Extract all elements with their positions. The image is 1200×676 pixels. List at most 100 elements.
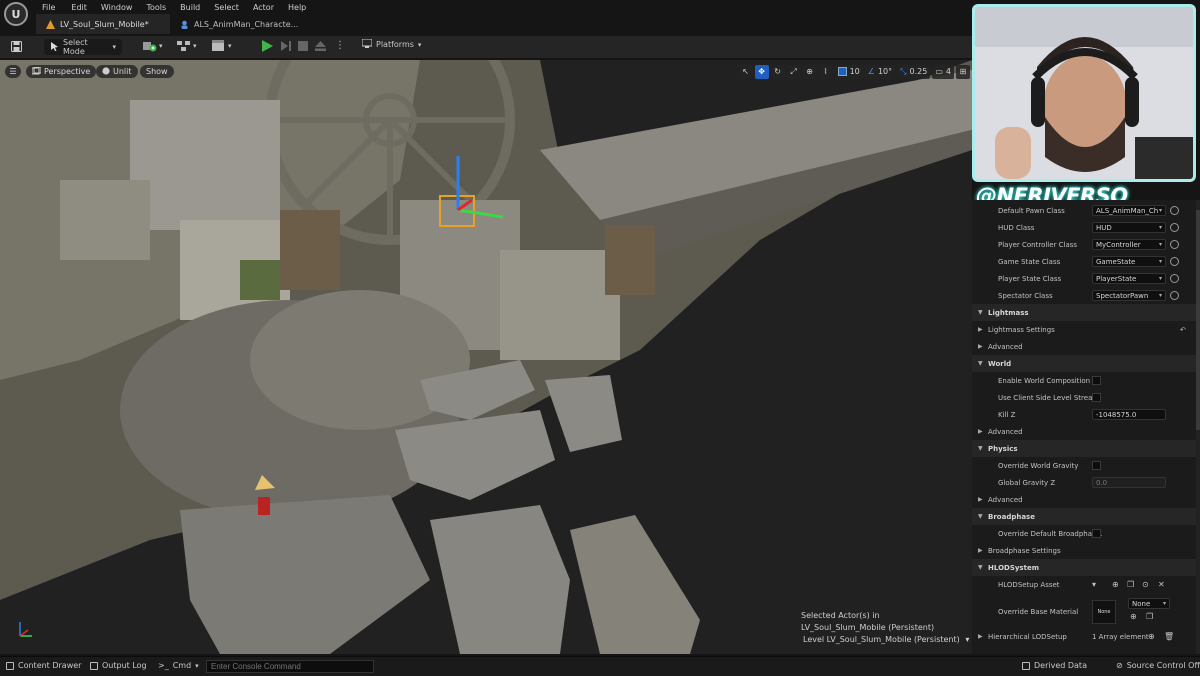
copy-icon[interactable]: ❐ <box>1127 580 1134 589</box>
number-field[interactable]: 0.0 <box>1092 477 1166 488</box>
expand-arrow-icon[interactable]: ▶ <box>978 547 983 554</box>
number-field[interactable]: -1048575.0 <box>1092 409 1166 420</box>
browse-icon[interactable]: ⊕ <box>1112 580 1119 589</box>
collapse-arrow-icon[interactable]: ▼ <box>978 445 983 452</box>
details-row[interactable]: ▶ Broadphase Settings <box>972 542 1196 559</box>
details-row[interactable]: ▼ Lightmass <box>972 304 1196 321</box>
menu-edit[interactable]: Edit <box>71 3 95 12</box>
menu-help[interactable]: Help <box>288 3 314 12</box>
menu-build[interactable]: Build <box>180 3 208 12</box>
cinematics-icon[interactable]: ▾ <box>212 40 232 52</box>
details-row[interactable]: ▶ Advanced <box>972 423 1196 440</box>
play-icon[interactable] <box>261 40 273 54</box>
viewport-options-button[interactable]: ☰ <box>5 65 21 78</box>
output-log-button[interactable]: Output Log <box>90 661 147 670</box>
browse-icon[interactable] <box>1170 274 1179 283</box>
details-row[interactable]: ▼ Physics <box>972 440 1196 457</box>
details-row[interactable]: ▶ Advanced <box>972 491 1196 508</box>
scale-snap-button[interactable]: ⤡ 0.25 <box>897 64 931 79</box>
browse-icon[interactable] <box>1170 223 1179 232</box>
use-selected-icon[interactable]: ⊙ <box>1142 580 1149 589</box>
translate-tool-icon[interactable]: ✥ <box>754 64 769 79</box>
expand-arrow-icon[interactable]: ▶ <box>978 343 983 350</box>
select-tool-icon[interactable]: ↖ <box>738 64 753 79</box>
class-dropdown[interactable]: ALS_AnimMan_Ch ▾ <box>1092 205 1166 216</box>
add-element-icon[interactable]: ⊕ <box>1148 632 1155 641</box>
tab-character[interactable]: ALS_AnimMan_Characte... <box>170 14 308 34</box>
level-viewport[interactable]: ☰ Perspective Unlit Show ↖ ✥ ↻ ⤢ ⊕ ⌇ 10 … <box>0 60 972 654</box>
surface-snap-icon[interactable]: ⌇ <box>818 64 833 79</box>
checkbox[interactable] <box>1092 376 1101 385</box>
details-scrollbar-thumb[interactable] <box>1196 210 1200 430</box>
expand-arrow-icon[interactable]: ▶ <box>978 633 983 640</box>
chevron-down-icon[interactable]: ▾ <box>1092 580 1096 589</box>
details-row[interactable]: ▼ HLODSystem <box>972 559 1196 576</box>
details-row[interactable]: ▶ Advanced <box>972 338 1196 355</box>
class-dropdown[interactable]: SpectatorPawn ▾ <box>1092 290 1166 301</box>
details-row[interactable]: ▼ World <box>972 355 1196 372</box>
menu-actor[interactable]: Actor <box>253 3 282 12</box>
unreal-logo-icon[interactable]: U <box>4 2 28 26</box>
browse-icon[interactable] <box>1170 291 1179 300</box>
browse-icon[interactable] <box>1170 240 1179 249</box>
material-thumbnail[interactable]: None <box>1092 600 1116 624</box>
class-dropdown[interactable]: PlayerState ▾ <box>1092 273 1166 284</box>
world-space-icon[interactable]: ⊕ <box>802 64 817 79</box>
chevron-down-icon: ▾ <box>195 661 199 670</box>
browse-icon[interactable] <box>1170 257 1179 266</box>
rotation-snap-button[interactable]: ∠ 10° <box>864 64 896 79</box>
checkbox[interactable] <box>1092 393 1101 402</box>
source-control-button[interactable]: ⊘ Source Control Off <box>1116 661 1200 670</box>
expand-arrow-icon[interactable]: ▶ <box>978 326 983 333</box>
blueprints-icon[interactable]: ▾ <box>177 40 197 52</box>
clear-icon[interactable]: ✕ <box>1158 580 1165 589</box>
select-mode-dropdown[interactable]: Select Mode ▾ <box>44 38 122 56</box>
rotate-tool-icon[interactable]: ↻ <box>770 64 785 79</box>
platforms-dropdown[interactable]: Platforms ▾ <box>361 38 422 50</box>
copy-icon[interactable]: ❐ <box>1146 612 1153 621</box>
details-scrollbar[interactable] <box>1196 200 1200 654</box>
collapse-arrow-icon[interactable]: ▼ <box>978 513 983 520</box>
menu-window[interactable]: Window <box>101 3 141 12</box>
collapse-arrow-icon[interactable]: ▼ <box>978 360 983 367</box>
expand-arrow-icon[interactable]: ▶ <box>978 496 983 503</box>
content-drawer-button[interactable]: Content Drawer <box>6 661 81 670</box>
perspective-button[interactable]: Perspective <box>26 65 97 78</box>
checkbox[interactable] <box>1092 529 1101 538</box>
menu-tools[interactable]: Tools <box>146 3 174 12</box>
camera-speed-button[interactable]: ▭ 4 <box>932 64 954 79</box>
tab-level[interactable]: LV_Soul_Slum_Mobile* <box>36 14 170 34</box>
eject-icon[interactable] <box>315 41 326 53</box>
view-mode-button[interactable]: Unlit <box>96 65 138 78</box>
scale-tool-icon[interactable]: ⤢ <box>786 64 801 79</box>
show-button[interactable]: Show <box>140 65 174 78</box>
current-level-info[interactable]: Level LV_Soul_Slum_Mobile (Persistent) ▾ <box>803 635 969 644</box>
browse-icon[interactable] <box>1170 206 1179 215</box>
collapse-arrow-icon[interactable]: ▼ <box>978 309 983 316</box>
class-dropdown[interactable]: HUD ▾ <box>1092 222 1166 233</box>
stop-icon[interactable] <box>298 41 308 53</box>
class-dropdown[interactable]: MyController ▾ <box>1092 239 1166 250</box>
grid-snap-button[interactable]: 10 <box>834 64 863 79</box>
details-row[interactable]: ▶ Lightmass Settings ↶ <box>972 321 1196 338</box>
save-icon[interactable] <box>11 41 22 54</box>
expand-arrow-icon[interactable]: ▶ <box>978 428 983 435</box>
cmd-dropdown[interactable]: >_ Cmd ▾ <box>158 661 199 670</box>
menu-file[interactable]: File <box>42 3 63 12</box>
menu-select[interactable]: Select <box>214 3 247 12</box>
browse-icon[interactable]: ⊕ <box>1130 612 1137 621</box>
class-dropdown[interactable]: GameState ▾ <box>1092 256 1166 267</box>
collapse-arrow-icon[interactable]: ▼ <box>978 564 983 571</box>
details-row[interactable]: ▼ Broadphase <box>972 508 1196 525</box>
derived-data-button[interactable]: Derived Data <box>1022 661 1087 670</box>
step-icon[interactable] <box>281 40 293 54</box>
add-actor-icon[interactable]: ▾ <box>143 40 163 52</box>
more-options-icon[interactable]: ⋮ <box>335 40 345 52</box>
delete-icon[interactable]: 🗑 <box>1164 632 1174 641</box>
chevron-down-icon: ▾ <box>417 40 422 49</box>
layout-icon[interactable]: ⊞ <box>956 64 970 79</box>
console-input[interactable] <box>206 660 374 673</box>
reset-to-default-icon[interactable]: ↶ <box>1180 326 1186 334</box>
checkbox[interactable] <box>1092 461 1101 470</box>
material-dropdown[interactable]: None ▾ <box>1128 598 1170 609</box>
